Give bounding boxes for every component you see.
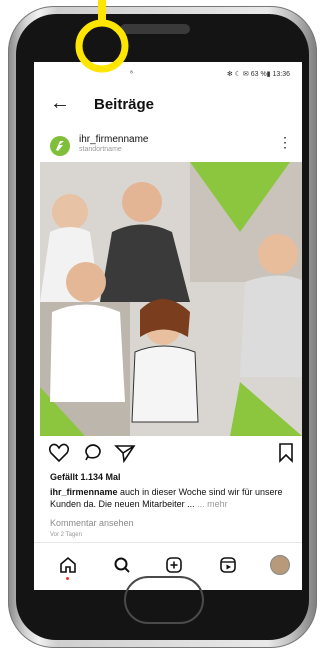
post-username[interactable]: ihr_firmenname (79, 134, 148, 145)
search-icon[interactable] (112, 555, 132, 575)
bookmark-icon[interactable] (278, 442, 294, 464)
post-photo[interactable] (40, 162, 302, 436)
team-photo (40, 162, 302, 436)
post-location[interactable]: standortname (79, 146, 122, 153)
view-comments-link[interactable]: Kommentar ansehen (50, 518, 134, 528)
post-header: ihr_firmenname standortname ⋮ (34, 128, 302, 162)
reels-icon[interactable] (218, 555, 238, 575)
highlight-marker (75, 0, 129, 73)
home-icon[interactable] (58, 555, 78, 575)
page-title: Beiträge (94, 96, 155, 113)
share-icon[interactable] (114, 442, 136, 464)
notification-dot (66, 577, 69, 580)
top-bar: ← Beiträge (34, 88, 302, 122)
screen: ⁸ ✻ ☾ ✉ 63 %▮ 13:36 ← Beiträge ihr_firme… (34, 62, 302, 590)
status-right: ✻ ☾ ✉ 63 %▮ 13:36 (226, 71, 290, 78)
more-options-button[interactable]: ⋮ (278, 134, 292, 151)
add-icon[interactable] (164, 555, 184, 575)
comment-icon[interactable] (82, 442, 104, 464)
heart-icon[interactable] (48, 442, 70, 464)
post-actions (34, 442, 302, 466)
logo-icon (56, 141, 64, 151)
profile-icon[interactable] (270, 555, 290, 575)
caption-username[interactable]: ihr_firmenname (50, 487, 118, 497)
back-button[interactable]: ← (50, 92, 70, 115)
post-time: Vor 2 Tagen (50, 532, 82, 538)
home-button[interactable] (124, 576, 204, 624)
likes-count[interactable]: Gefällt 1.134 Mal (50, 472, 121, 482)
caption-more-link[interactable]: ... mehr (197, 499, 228, 509)
post-caption: ihr_firmenname auch in dieser Woche sind… (50, 486, 296, 510)
avatar[interactable] (50, 136, 70, 156)
